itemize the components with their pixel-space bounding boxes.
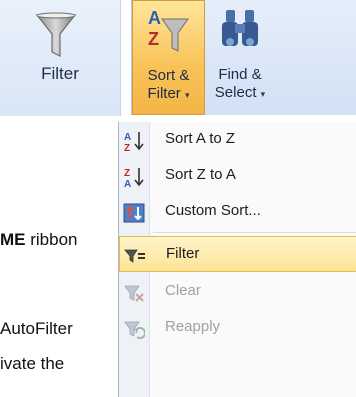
svg-text:A: A <box>148 8 161 28</box>
sort-az-funnel-icon: A Z <box>148 8 189 52</box>
filter-button-label: Filter <box>41 64 79 83</box>
svg-text:Z: Z <box>124 143 130 152</box>
doc-text-line: ivate the <box>0 354 65 373</box>
sort-filter-button[interactable]: A Z Sort & Filter ▾ <box>132 0 205 115</box>
filter-ribbon-button[interactable]: Filter <box>0 0 121 116</box>
sort-filter-menu: A Z Sort A to Z Z A Sort Z to A Custom S… <box>118 122 356 397</box>
menu-item-label: Clear <box>165 282 201 299</box>
doc-text-line: ME ribbon <box>0 230 78 249</box>
menu-item-label: Reapply <box>165 318 221 335</box>
menu-item-label: Sort A to Z <box>165 130 236 147</box>
menu-item-label: Filter <box>166 245 200 262</box>
funnel-icon <box>36 12 76 57</box>
find-select-label-1: Find & <box>218 66 262 83</box>
sort-za-icon: Z A <box>124 168 144 188</box>
custom-sort-icon <box>123 203 145 223</box>
menu-item-filter[interactable]: Filter <box>119 236 356 272</box>
sort-filter-label-2: Filter <box>147 85 181 102</box>
find-select-button[interactable]: Find & Select ▾ <box>208 0 272 115</box>
menu-item-clear[interactable]: Clear <box>119 274 356 310</box>
svg-text:A: A <box>124 179 131 188</box>
filter-icon <box>124 249 145 263</box>
chevron-down-icon: ▾ <box>184 90 190 100</box>
binoculars-icon <box>222 10 258 46</box>
clear-filter-icon <box>124 285 144 302</box>
reapply-filter-icon <box>124 321 145 339</box>
sort-filter-label-1: Sort & <box>147 67 190 84</box>
menu-item-reapply[interactable]: Reapply <box>119 310 356 346</box>
menu-item-sort-z-to-a[interactable]: Z A Sort Z to A <box>119 158 356 194</box>
find-select-label-2: Select <box>214 84 257 101</box>
sort-az-icon: A Z <box>124 132 144 152</box>
doc-text-line: AutoFilter <box>0 319 73 338</box>
menu-separator <box>153 232 356 233</box>
menu-item-sort-a-to-z[interactable]: A Z Sort A to Z <box>119 122 356 158</box>
menu-item-label: Sort Z to A <box>165 166 236 183</box>
svg-text:Z: Z <box>124 168 130 179</box>
svg-text:Z: Z <box>148 29 159 49</box>
chevron-down-icon: ▾ <box>260 89 266 99</box>
menu-item-custom-sort[interactable]: Custom Sort... <box>119 194 356 230</box>
editing-ribbon-group: A Z Sort & Filter ▾ Find & Select ▾ <box>131 0 356 115</box>
svg-text:A: A <box>124 132 131 143</box>
menu-item-label: Custom Sort... <box>165 202 261 219</box>
